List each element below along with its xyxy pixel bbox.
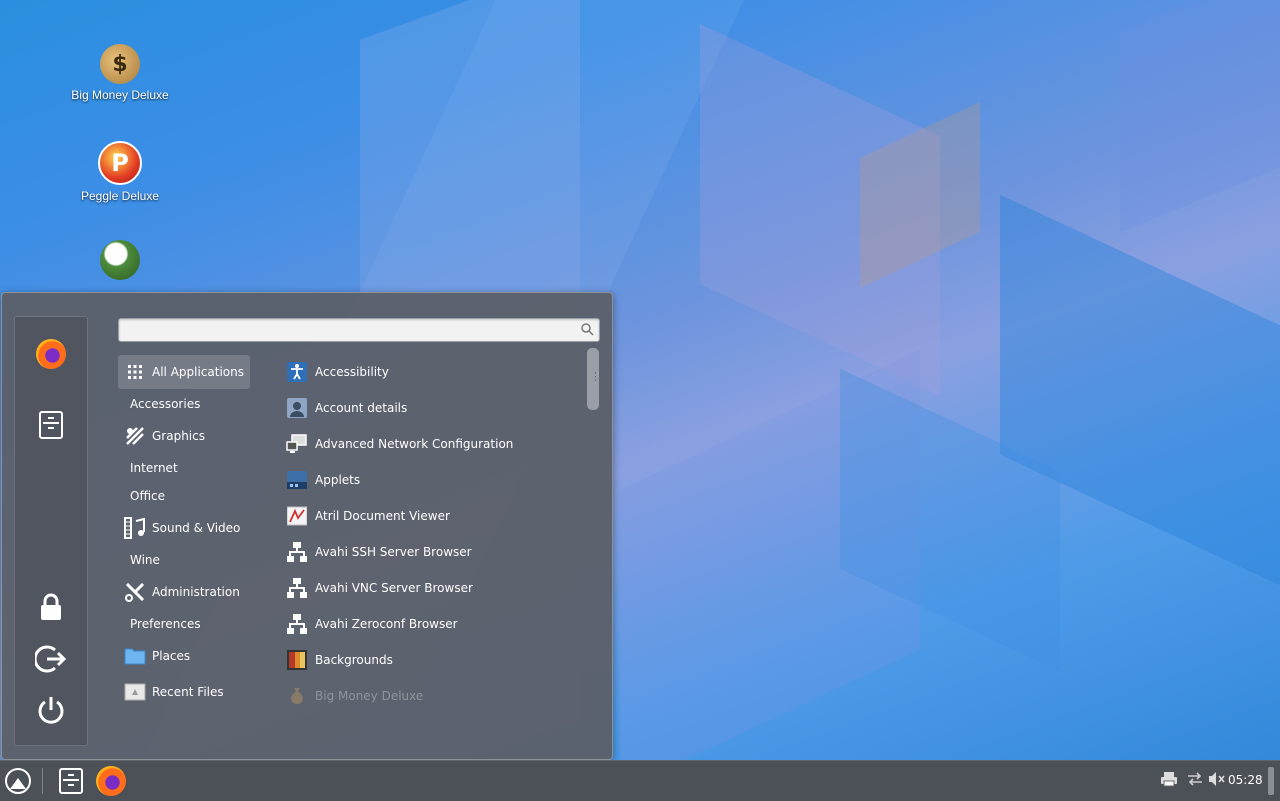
file-cabinet-icon xyxy=(59,768,83,794)
avahi-network-icon xyxy=(286,541,308,563)
logout-icon xyxy=(35,645,67,673)
grid-icon xyxy=(124,361,146,383)
account-icon xyxy=(286,397,308,419)
document-viewer-icon xyxy=(286,505,308,527)
folder-icon xyxy=(124,645,146,667)
backgrounds-icon xyxy=(286,649,308,671)
avahi-network-icon xyxy=(286,613,308,635)
menu-button[interactable] xyxy=(3,766,33,796)
flower-game-icon xyxy=(100,240,140,280)
search-box xyxy=(118,318,600,342)
category-label: Preferences xyxy=(130,617,201,631)
desktop-icon-label: Big Money Deluxe xyxy=(71,88,169,102)
firefox-icon xyxy=(36,339,66,369)
favorite-firefox[interactable] xyxy=(31,334,71,374)
app-label: Advanced Network Configuration xyxy=(315,437,514,451)
network-config-icon xyxy=(286,433,308,455)
category-label: All Applications xyxy=(152,365,244,379)
category-label: Accessories xyxy=(130,397,201,411)
category-label: Wine xyxy=(130,553,160,567)
graphics-icon xyxy=(124,425,146,447)
recent-files-icon xyxy=(124,681,146,703)
printer-icon[interactable] xyxy=(1160,771,1178,791)
app-label: Atril Document Viewer xyxy=(315,509,450,523)
app-label: Avahi VNC Server Browser xyxy=(315,581,473,595)
category-places[interactable]: Places xyxy=(118,639,190,673)
category-sound-video[interactable]: Sound & Video xyxy=(118,511,240,545)
category-wine[interactable]: Wine xyxy=(118,543,160,577)
app-avahi-zeroconf-browser[interactable]: Avahi Zeroconf Browser xyxy=(286,607,458,641)
search-icon xyxy=(581,323,594,336)
desktop-icon-peggle[interactable]: P Peggle Deluxe xyxy=(60,141,180,203)
lock-screen-button[interactable] xyxy=(31,587,71,627)
accessibility-icon xyxy=(286,361,308,383)
network-arrows-icon[interactable] xyxy=(1186,771,1204,791)
app-big-money-deluxe[interactable]: Big Money Deluxe xyxy=(286,679,423,713)
taskbar-launcher-files[interactable] xyxy=(56,766,86,796)
logout-button[interactable] xyxy=(31,639,71,679)
file-cabinet-icon xyxy=(39,411,63,439)
app-label: Account details xyxy=(315,401,408,415)
volume-muted-icon[interactable] xyxy=(1208,771,1226,791)
shutdown-button[interactable] xyxy=(31,690,71,730)
tools-icon xyxy=(124,581,146,603)
peggle-icon: P xyxy=(98,141,142,185)
category-office[interactable]: Office xyxy=(118,479,165,513)
favorites-sidebar xyxy=(14,316,88,746)
app-label: Backgrounds xyxy=(315,653,393,667)
desktop-icon-big-money[interactable]: $ Big Money Deluxe xyxy=(60,44,180,102)
sound-video-icon xyxy=(124,517,146,539)
category-label: Administration xyxy=(152,585,240,599)
app-label: Big Money Deluxe xyxy=(315,689,424,703)
power-icon xyxy=(38,697,64,724)
category-label: Graphics xyxy=(152,429,205,443)
avahi-network-icon xyxy=(286,577,308,599)
category-all-applications[interactable]: All Applications xyxy=(118,355,250,389)
category-graphics[interactable]: Graphics xyxy=(118,419,205,453)
menu-logo-icon xyxy=(5,768,31,794)
money-bag-icon: $ xyxy=(100,44,140,84)
clock[interactable]: 05:28 xyxy=(1228,773,1263,787)
desktop-icon-flower-game[interactable] xyxy=(60,240,180,284)
app-avahi-vnc-server-browser[interactable]: Avahi VNC Server Browser xyxy=(286,571,473,605)
category-label: Places xyxy=(152,649,191,663)
money-bag-icon xyxy=(286,685,308,707)
app-list-scrollbar[interactable] xyxy=(587,348,601,748)
category-administration[interactable]: Administration xyxy=(118,575,240,609)
search-input[interactable] xyxy=(119,319,571,341)
category-accessories[interactable]: Accessories xyxy=(118,387,200,421)
app-label: Avahi SSH Server Browser xyxy=(315,545,472,559)
app-backgrounds[interactable]: Backgrounds xyxy=(286,643,393,677)
category-label: Internet xyxy=(130,461,178,475)
app-account-details[interactable]: Account details xyxy=(286,391,407,425)
app-label: Applets xyxy=(315,473,361,487)
app-label: Avahi Zeroconf Browser xyxy=(315,617,458,631)
category-label: Sound & Video xyxy=(152,521,241,535)
app-applets[interactable]: Applets xyxy=(286,463,360,497)
app-atril-document-viewer[interactable]: Atril Document Viewer xyxy=(286,499,450,533)
firefox-icon xyxy=(96,766,126,796)
app-advanced-network-configuration[interactable]: Advanced Network Configuration xyxy=(286,427,513,461)
wallpaper-facet xyxy=(1120,0,1280,233)
category-preferences[interactable]: Preferences xyxy=(118,607,201,641)
scrollbar-thumb[interactable] xyxy=(587,348,601,410)
favorite-files[interactable] xyxy=(31,405,71,445)
category-label: Recent Files xyxy=(152,685,224,699)
app-label: Accessibility xyxy=(315,365,389,379)
taskbar: 05:28 xyxy=(0,760,1280,801)
category-label: Office xyxy=(130,489,166,503)
app-accessibility[interactable]: Accessibility xyxy=(286,355,389,389)
lock-icon xyxy=(41,593,61,620)
app-avahi-ssh-server-browser[interactable]: Avahi SSH Server Browser xyxy=(286,535,472,569)
taskbar-separator xyxy=(42,768,43,794)
category-recent-files[interactable]: Recent Files xyxy=(118,675,224,709)
desktop-icon-label: Peggle Deluxe xyxy=(80,189,160,203)
application-menu: All Applications Accessories Graphics In… xyxy=(1,292,613,760)
panel-handle[interactable] xyxy=(1268,767,1274,795)
taskbar-launcher-firefox[interactable] xyxy=(95,766,127,796)
applets-icon xyxy=(286,469,308,491)
